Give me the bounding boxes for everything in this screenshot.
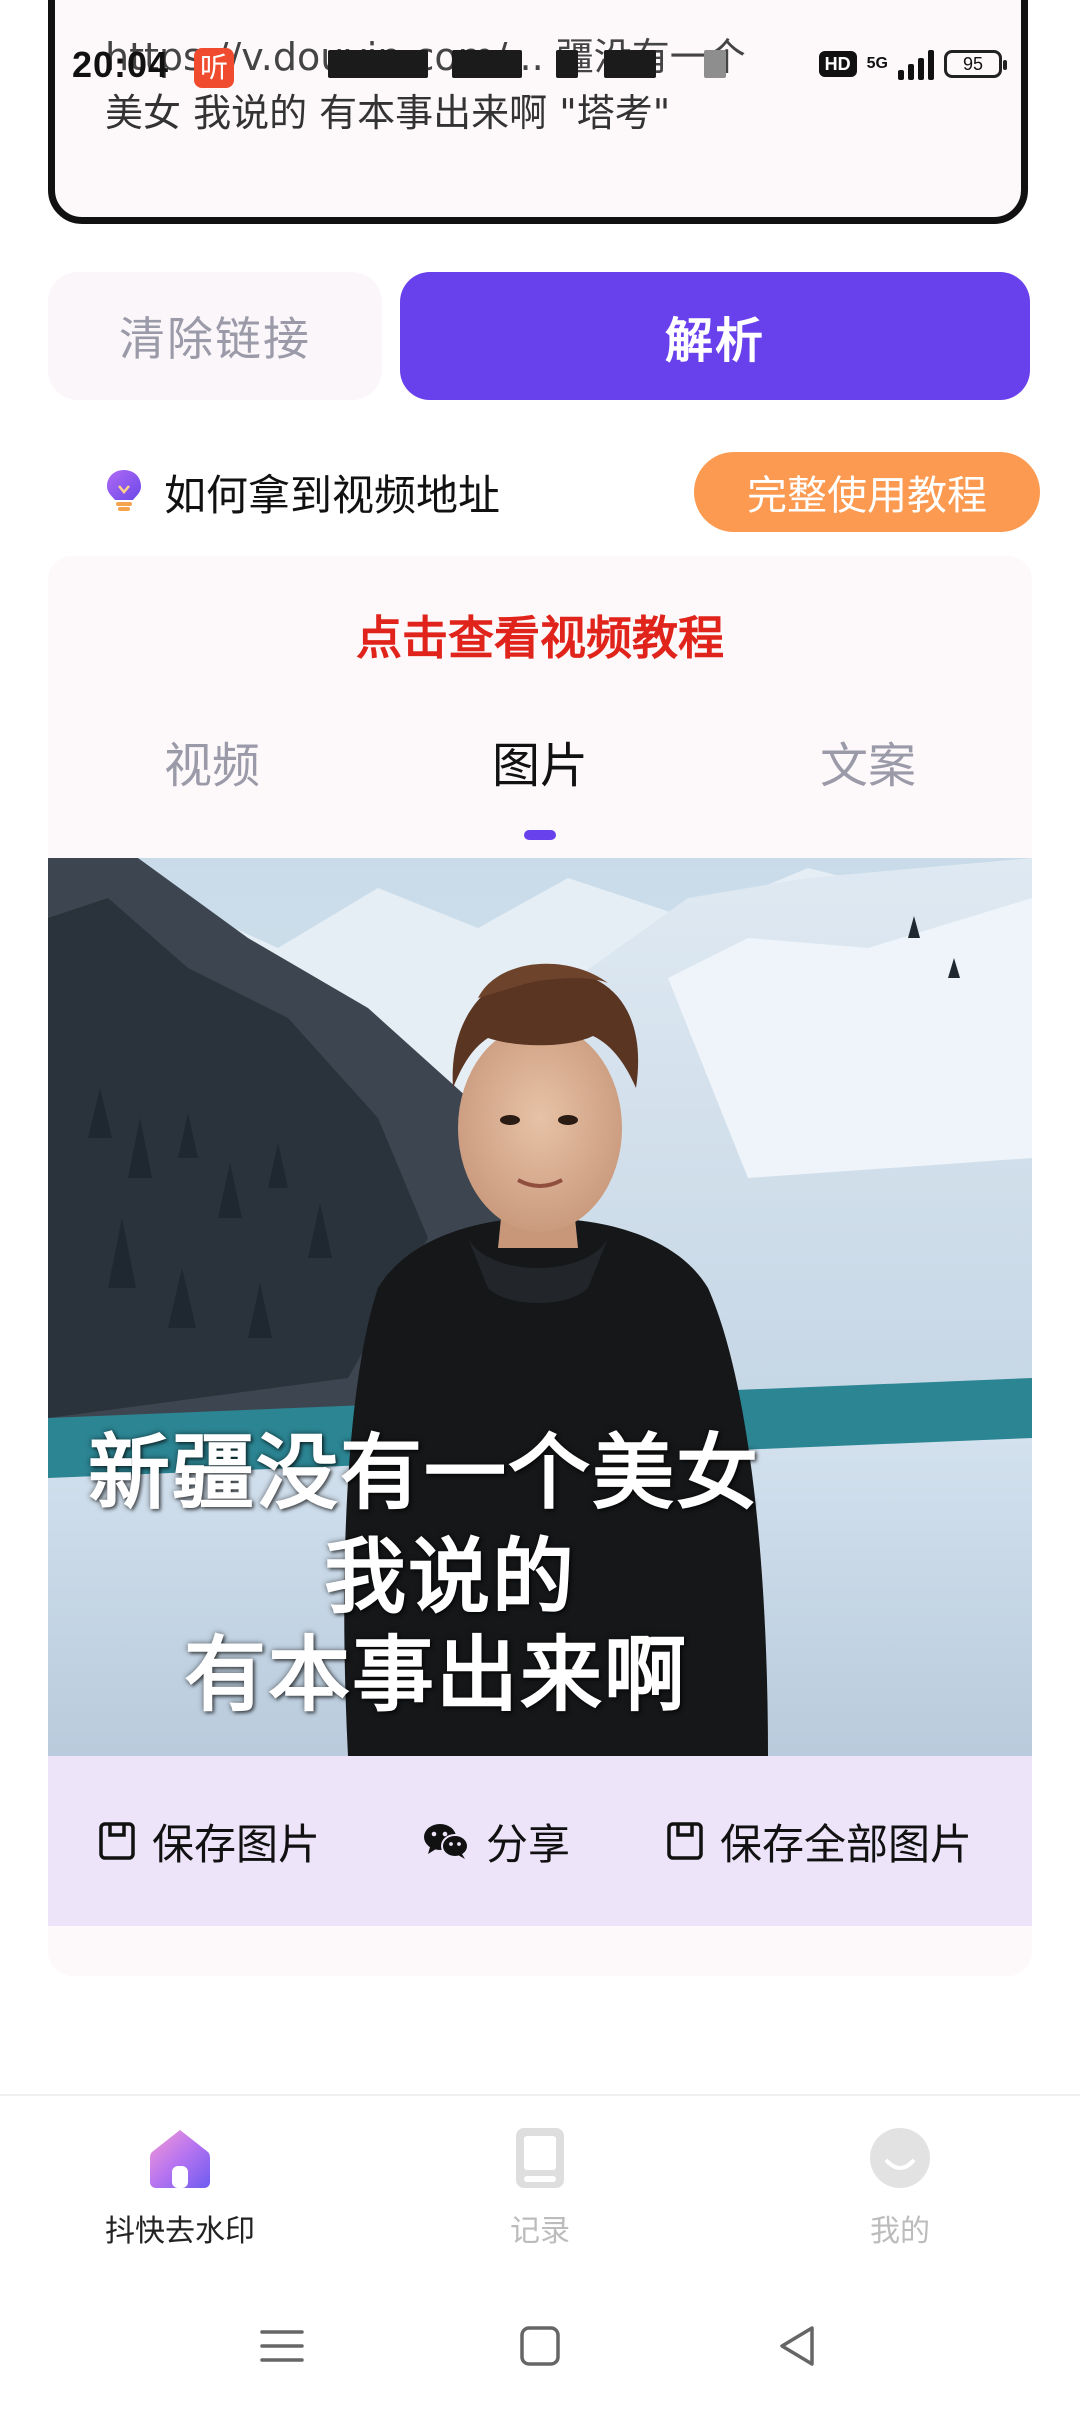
- system-navigation-bar: [0, 2290, 1080, 2414]
- nav-label-watermark-remover: 抖快去水印: [105, 2214, 255, 2249]
- nav-item-records[interactable]: 记录: [360, 2096, 720, 2272]
- home-icon: [150, 2130, 210, 2188]
- save-icon: [99, 1822, 135, 1860]
- image-caption-line-3: 有本事出来啊: [184, 1628, 689, 1723]
- result-image[interactable]: 新疆没有一个美女 我说的 有本事出来啊: [48, 858, 1032, 1756]
- save-image-label: 保存图片: [152, 1819, 321, 1869]
- tab-copywriting[interactable]: 文案: [704, 726, 1032, 796]
- save-all-images-label: 保存全部图片: [720, 1819, 973, 1869]
- link-input-line-1: https://v.douyin.com/... 疆没有一个: [105, 35, 746, 79]
- nav-label-records: 记录: [510, 2214, 570, 2249]
- wechat-icon: [424, 1824, 469, 1859]
- book-icon: [516, 2128, 564, 2188]
- nav-label-profile: 我的: [870, 2214, 930, 2249]
- save-image-button[interactable]: 保存图片: [98, 1756, 320, 1926]
- bottom-nav: 抖快去水印 记录 我的: [0, 2096, 1080, 2272]
- nav-item-watermark-remover[interactable]: 抖快去水印: [0, 2096, 360, 2272]
- tab-active-indicator: [524, 830, 556, 840]
- result-card: 点击查看视频教程 视频 图片 文案 新疆没有一个美女 我说的 有本事出来啊 保存…: [48, 556, 1032, 1976]
- home-square-icon[interactable]: [510, 2316, 570, 2376]
- link-input-text[interactable]: https://v.douyin.com/... 疆没有一个 美女 我说的 有本…: [105, 29, 981, 141]
- nav-item-profile[interactable]: 我的: [720, 2096, 1080, 2272]
- lightbulb-icon: [107, 470, 141, 511]
- back-icon[interactable]: [768, 2316, 828, 2376]
- result-tabs: 视频 图片 文案: [48, 726, 1032, 836]
- menu-icon[interactable]: [252, 2316, 312, 2376]
- tip-row: 如何拿到视频地址 完整使用教程: [48, 440, 1040, 540]
- tab-images[interactable]: 图片: [376, 726, 704, 796]
- tab-video[interactable]: 视频: [48, 726, 376, 796]
- share-label: 分享: [486, 1819, 571, 1869]
- image-action-bar: 保存图片 分享 保存全部图片: [48, 1756, 1032, 1926]
- tip-text: 如何拿到视频地址: [164, 471, 501, 520]
- profile-icon: [870, 2128, 930, 2188]
- image-caption-line-1: 新疆没有一个美女: [88, 1426, 761, 1521]
- full-tutorial-button[interactable]: 完整使用教程: [694, 452, 1040, 532]
- link-input-card[interactable]: https://v.douyin.com/... 疆没有一个 美女 我说的 有本…: [48, 0, 1028, 224]
- parse-button[interactable]: 解析: [400, 272, 1030, 400]
- save-all-images-button[interactable]: 保存全部图片: [666, 1756, 972, 1926]
- share-button[interactable]: 分享: [422, 1756, 570, 1926]
- video-tutorial-link[interactable]: 点击查看视频教程: [48, 602, 1032, 668]
- clear-link-button[interactable]: 清除链接: [48, 272, 382, 400]
- save-icon: [667, 1822, 703, 1860]
- link-input-line-2: 美女 我说的 有本事出来啊 "塔考": [105, 91, 671, 135]
